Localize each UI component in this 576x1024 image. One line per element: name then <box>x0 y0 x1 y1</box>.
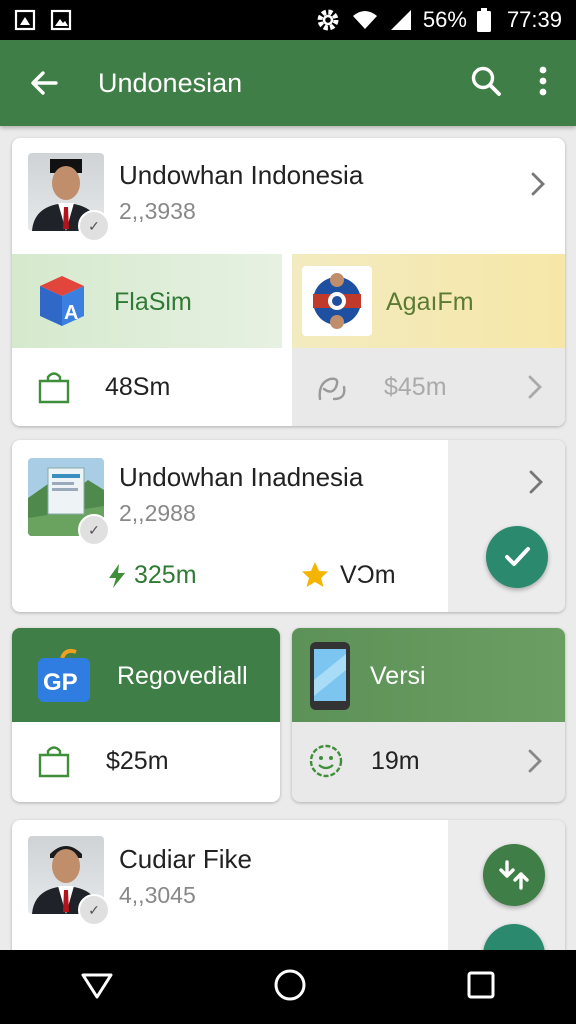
settings-gear-icon <box>315 7 341 33</box>
chevron-right-icon[interactable] <box>525 747 545 775</box>
recents-square-icon[interactable] <box>465 969 497 1006</box>
shopping-bag-icon <box>36 743 72 779</box>
tile-versi[interactable]: Versi 19m <box>292 628 565 802</box>
status-bar: 56% 77:39 <box>0 0 576 40</box>
tile-flasim[interactable]: A FlaSim 48Sm <box>12 254 282 426</box>
clock: 77:39 <box>506 7 562 32</box>
navigation-bar <box>0 950 576 1024</box>
content-list: ✓ Undowhan Indonesia 2,,3938 A FlaSim 48… <box>0 126 576 950</box>
tile-title: AgaıFm <box>386 288 474 316</box>
profile-name: Cudiar Fike <box>119 844 252 874</box>
back-triangle-icon[interactable] <box>79 967 115 1008</box>
star-icon <box>302 562 328 587</box>
profile-card-3[interactable]: ✓ Cudiar Fike 4,,3045 <box>12 820 565 950</box>
profile-name: Undowhan Inadnesia <box>119 462 364 492</box>
chevron-right-icon[interactable] <box>526 468 546 496</box>
profile-count: 4,,3045 <box>119 882 196 908</box>
signal-icon <box>389 9 413 31</box>
home-circle-icon[interactable] <box>272 967 308 1008</box>
stat-value: VƆm <box>340 561 396 589</box>
stat-value: 325m <box>134 561 197 589</box>
profile-count: 2,,3938 <box>119 198 196 224</box>
swirl-icon <box>314 369 350 405</box>
smiley-icon <box>308 743 344 779</box>
tile-price: 48Sm <box>105 372 171 401</box>
gp-logo-icon: GP <box>36 646 92 704</box>
app-bar: Undonesian <box>0 40 576 126</box>
tile-agaifm[interactable]: AgaıFm $45m <box>292 254 565 426</box>
chevron-right-icon[interactable] <box>525 373 545 401</box>
profile-name: Undowhan Indonesia <box>119 160 364 190</box>
search-icon[interactable] <box>470 65 502 102</box>
verified-badge-icon: ✓ <box>78 514 110 546</box>
profile-card-1[interactable]: ✓ Undowhan Indonesia 2,,3938 A FlaSim 48… <box>12 138 565 426</box>
tile-title: Regovediall <box>117 662 248 690</box>
svg-text:GP: GP <box>43 669 78 696</box>
bolt-icon <box>109 564 125 588</box>
check-fab-button[interactable] <box>486 526 548 588</box>
battery-icon <box>476 8 491 32</box>
tile-title: Versi <box>370 662 426 690</box>
profile-card-2[interactable]: ✓ Undowhan Inadnesia 2,,2988 325m VƆm <box>12 440 565 612</box>
tile-title: FlaSim <box>114 288 192 316</box>
wifi-icon <box>351 9 379 31</box>
image-notification-icon <box>50 9 72 31</box>
back-arrow-icon[interactable] <box>24 63 64 103</box>
app-bar-title: Undonesian <box>98 67 243 98</box>
swap-fab-button[interactable] <box>483 844 545 906</box>
more-options-icon[interactable] <box>538 65 548 102</box>
tile-price: 19m <box>371 746 420 775</box>
tile-price: $25m <box>106 746 169 775</box>
battery-percent: 56% <box>422 7 467 32</box>
verified-badge-icon: ✓ <box>78 894 110 926</box>
shopping-bag-icon <box>36 369 72 405</box>
chevron-right-icon[interactable] <box>528 170 548 198</box>
svg-text:A: A <box>64 302 78 324</box>
tile-regovediall[interactable]: GP Regovediall $25m <box>12 628 280 802</box>
cube-logo-icon: A <box>34 272 90 330</box>
team-logo-icon <box>302 266 372 336</box>
phone-icon <box>308 640 352 712</box>
tile-price: $45m <box>384 372 447 401</box>
profile-count: 2,,2988 <box>119 500 196 526</box>
verified-badge-icon: ✓ <box>78 210 110 242</box>
download-notification-icon <box>14 9 36 31</box>
